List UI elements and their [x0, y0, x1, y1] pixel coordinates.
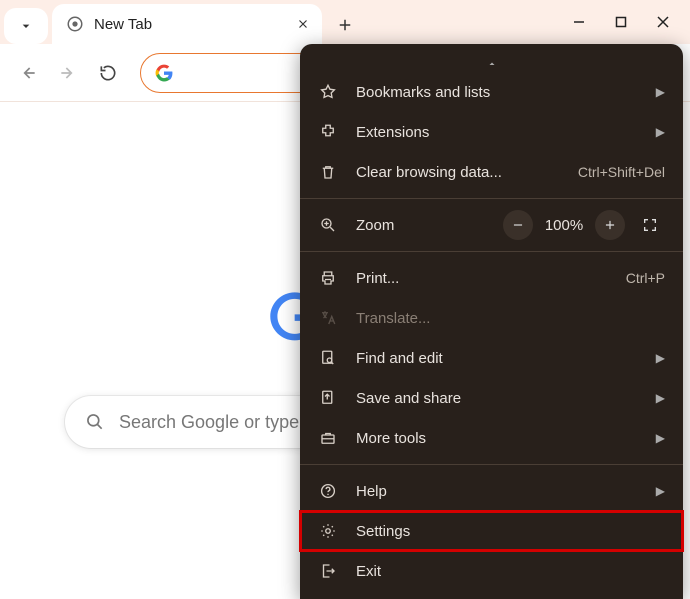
- zoom-in-button[interactable]: [595, 210, 625, 240]
- close-icon: [296, 17, 310, 31]
- window-maximize-button[interactable]: [600, 8, 642, 36]
- menu-label: More tools: [356, 430, 638, 447]
- forward-button[interactable]: [50, 55, 86, 91]
- reload-icon: [98, 63, 118, 83]
- menu-label: Bookmarks and lists: [356, 84, 638, 101]
- menu-item-translate[interactable]: Translate...: [300, 298, 683, 338]
- menu-item-settings[interactable]: Settings: [300, 511, 683, 551]
- menu-label: Help: [356, 483, 638, 500]
- trash-icon: [318, 162, 338, 182]
- new-tab-button[interactable]: [330, 10, 360, 40]
- menu-label: Save and share: [356, 390, 638, 407]
- translate-icon: [318, 308, 338, 328]
- menu-separator: [300, 251, 683, 252]
- menu-item-bookmarks[interactable]: Bookmarks and lists ▶: [300, 72, 683, 112]
- chevron-down-icon: [18, 18, 34, 34]
- fullscreen-button[interactable]: [635, 210, 665, 240]
- menu-item-print[interactable]: Print... Ctrl+P: [300, 258, 683, 298]
- menu-item-exit[interactable]: Exit: [300, 551, 683, 591]
- zoom-value: 100%: [543, 217, 585, 234]
- chevron-right-icon: ▶: [656, 351, 665, 365]
- window-minimize-button[interactable]: [558, 8, 600, 36]
- back-button[interactable]: [10, 55, 46, 91]
- browser-tab[interactable]: New Tab: [52, 4, 322, 44]
- menu-separator: [300, 464, 683, 465]
- menu-label: Exit: [356, 563, 665, 580]
- chevron-right-icon: ▶: [656, 125, 665, 139]
- fullscreen-icon: [642, 217, 658, 233]
- maximize-icon: [615, 16, 627, 28]
- menu-item-more-tools[interactable]: More tools ▶: [300, 418, 683, 458]
- menu-shortcut: Ctrl+Shift+Del: [578, 164, 665, 180]
- exit-icon: [318, 561, 338, 581]
- menu-label: Settings: [356, 523, 665, 540]
- plus-icon: [336, 16, 354, 34]
- tab-title: New Tab: [94, 16, 284, 33]
- search-icon: [85, 412, 105, 432]
- minus-icon: [511, 218, 525, 232]
- tab-close-button[interactable]: [294, 15, 312, 33]
- chevron-up-icon: [486, 58, 498, 70]
- menu-item-extensions[interactable]: Extensions ▶: [300, 112, 683, 152]
- google-g-icon: [155, 64, 173, 82]
- menu-shortcut: Ctrl+P: [626, 270, 665, 286]
- menu-item-save-share[interactable]: Save and share ▶: [300, 378, 683, 418]
- title-bar: New Tab: [0, 0, 690, 44]
- star-icon: [318, 82, 338, 102]
- window-controls: [558, 8, 684, 36]
- menu-item-help[interactable]: Help ▶: [300, 471, 683, 511]
- menu-label: Extensions: [356, 124, 638, 141]
- reload-button[interactable]: [90, 55, 126, 91]
- menu-label: Zoom: [356, 217, 485, 234]
- share-icon: [318, 388, 338, 408]
- menu-label: Translate...: [356, 310, 665, 327]
- toolbox-icon: [318, 428, 338, 448]
- zoom-icon: [318, 215, 338, 235]
- chevron-right-icon: ▶: [656, 431, 665, 445]
- menu-item-find-edit[interactable]: Find and edit ▶: [300, 338, 683, 378]
- overflow-menu: Bookmarks and lists ▶ Extensions ▶ Clear…: [300, 44, 683, 599]
- extension-icon: [318, 122, 338, 142]
- menu-item-clear-data[interactable]: Clear browsing data... Ctrl+Shift+Del: [300, 152, 683, 192]
- menu-label: Print...: [356, 270, 608, 287]
- help-icon: [318, 481, 338, 501]
- arrow-right-icon: [58, 63, 78, 83]
- chevron-right-icon: ▶: [656, 85, 665, 99]
- chevron-right-icon: ▶: [656, 484, 665, 498]
- zoom-out-button[interactable]: [503, 210, 533, 240]
- menu-item-zoom: Zoom 100%: [300, 205, 683, 245]
- window-close-button[interactable]: [642, 8, 684, 36]
- gear-icon: [318, 521, 338, 541]
- chrome-favicon-icon: [66, 15, 84, 33]
- find-icon: [318, 348, 338, 368]
- zoom-controls: 100%: [503, 210, 665, 240]
- tab-search-button[interactable]: [4, 8, 48, 44]
- arrow-left-icon: [18, 63, 38, 83]
- menu-separator: [300, 198, 683, 199]
- minimize-icon: [572, 15, 586, 29]
- print-icon: [318, 268, 338, 288]
- chevron-right-icon: ▶: [656, 391, 665, 405]
- menu-label: Find and edit: [356, 350, 638, 367]
- plus-icon: [603, 218, 617, 232]
- menu-collapse-arrow[interactable]: [300, 56, 683, 72]
- menu-label: Clear browsing data...: [356, 164, 560, 181]
- close-icon: [656, 15, 670, 29]
